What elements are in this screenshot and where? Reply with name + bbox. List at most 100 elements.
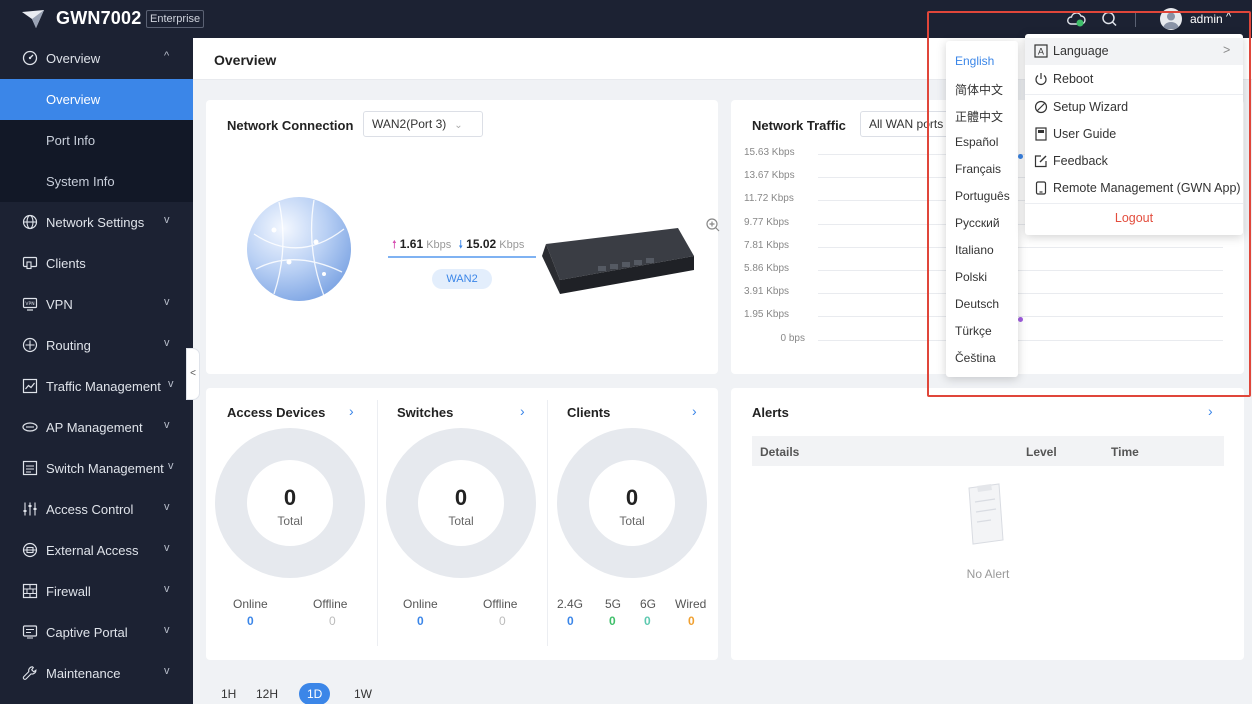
traffic-y-tick-label: 1.95 Kbps bbox=[744, 309, 790, 321]
sidebar-item-label: VPN bbox=[46, 297, 73, 312]
no-alert-text: No Alert bbox=[966, 567, 1010, 581]
brand-name: GWN7002 bbox=[56, 8, 142, 28]
vpn-icon: VPN bbox=[22, 297, 38, 311]
sidebar-item-switch-management[interactable]: Switch Management v bbox=[0, 448, 193, 489]
zoom-in-icon[interactable] bbox=[706, 218, 720, 232]
wan-port-select[interactable]: WAN2(Port 3) ⌄ bbox=[363, 111, 483, 137]
captive-portal-icon bbox=[22, 625, 38, 639]
clients-6g-value: 0 bbox=[644, 614, 651, 628]
power-icon bbox=[1035, 73, 1047, 86]
sidebar-collapse-button[interactable]: < bbox=[186, 348, 200, 400]
clients-6g-label: 6G bbox=[640, 597, 657, 611]
alerts-arrow-icon[interactable]: › bbox=[1208, 403, 1213, 419]
download-arrow-icon: 🠗 bbox=[458, 239, 464, 251]
menu-item-reboot[interactable]: Reboot bbox=[1025, 66, 1243, 93]
alerts-col-details: Details bbox=[760, 445, 800, 459]
access-online-label: Online bbox=[233, 597, 268, 611]
chevron-down-icon: v bbox=[164, 296, 170, 308]
wan-throughput: 🠕 1.61 Kbps 🠗 15.02 Kbps bbox=[392, 236, 524, 255]
menu-item-feedback[interactable]: Feedback bbox=[1025, 148, 1243, 175]
sidebar-item-label: Network Settings bbox=[46, 215, 145, 230]
user-name[interactable]: admin bbox=[1190, 12, 1223, 26]
router-device-icon bbox=[542, 228, 694, 294]
sidebar-item-label: Overview bbox=[46, 51, 101, 66]
upload-value: 1.61 bbox=[399, 237, 424, 251]
language-option-german[interactable]: Deutsch bbox=[955, 297, 999, 311]
language-option-russian[interactable]: Русский bbox=[955, 216, 1000, 230]
switches-offline-label: Offline bbox=[483, 597, 518, 611]
sidebar-sub-system-info[interactable]: System Info bbox=[0, 161, 193, 202]
wan-tag: WAN2 bbox=[432, 269, 492, 289]
logout-button[interactable]: Logout bbox=[1025, 211, 1243, 225]
language-option-italian[interactable]: Italiano bbox=[955, 243, 994, 257]
sidebar-item-label: External Access bbox=[46, 543, 139, 558]
sidebar-item-vpn[interactable]: VPN VPN v bbox=[0, 284, 193, 325]
clients-arrow-icon[interactable]: › bbox=[692, 403, 697, 419]
alerts-col-time: Time bbox=[1111, 445, 1139, 459]
language-option-czech[interactable]: Čeština bbox=[955, 351, 996, 365]
switches-total: 0 bbox=[454, 485, 468, 510]
access-control-icon bbox=[23, 502, 37, 516]
logo-icon bbox=[22, 10, 44, 28]
traffic-port-select[interactable]: All WAN ports bbox=[860, 111, 950, 137]
clients-5g-value: 0 bbox=[609, 614, 616, 628]
download-unit: Kbps bbox=[499, 239, 525, 251]
clients-total: 0 bbox=[625, 485, 639, 510]
time-range-1w[interactable]: 1W bbox=[346, 683, 380, 704]
sidebar-sub-label: Overview bbox=[46, 92, 101, 107]
language-option-zh-hant[interactable]: 正體中文 bbox=[955, 108, 1003, 125]
menu-item-remote-management[interactable]: Remote Management (GWN App) bbox=[1025, 175, 1243, 202]
menu-item-user-guide[interactable]: User Guide bbox=[1025, 121, 1243, 148]
language-option-english[interactable]: English bbox=[955, 54, 994, 68]
sidebar-item-captive-portal[interactable]: Captive Portal v bbox=[0, 612, 193, 653]
sidebar-item-ap-management[interactable]: AP Management v bbox=[0, 407, 193, 448]
search-icon[interactable] bbox=[1100, 10, 1120, 28]
sidebar-item-clients[interactable]: Clients bbox=[0, 243, 193, 284]
chevron-down-icon: v bbox=[164, 419, 170, 431]
user-avatar-icon[interactable] bbox=[1160, 8, 1182, 30]
menu-item-label: Language bbox=[1053, 44, 1109, 58]
chevron-down-icon: v bbox=[164, 214, 170, 226]
language-option-french[interactable]: Français bbox=[955, 162, 1001, 176]
wan-link-line bbox=[388, 256, 536, 258]
language-option-spanish[interactable]: Español bbox=[955, 135, 998, 149]
sidebar-sub-port-info[interactable]: Port Info bbox=[0, 120, 193, 161]
time-range-12h[interactable]: 12H bbox=[248, 683, 286, 704]
sidebar-item-firewall[interactable]: Firewall v bbox=[0, 571, 193, 612]
traffic-marker-upload bbox=[1018, 317, 1023, 322]
sidebar-item-network-settings[interactable]: Network Settings v bbox=[0, 202, 193, 243]
sidebar-item-external-access[interactable]: External Access v bbox=[0, 530, 193, 571]
language-option-portuguese[interactable]: Português bbox=[955, 189, 1010, 203]
traffic-marker-download bbox=[1018, 154, 1023, 159]
sidebar-item-routing[interactable]: Routing v bbox=[0, 325, 193, 366]
sidebar-item-overview[interactable]: Overview ^ bbox=[0, 38, 193, 79]
traffic-gridline bbox=[818, 293, 1223, 295]
cloud-icon[interactable] bbox=[1066, 10, 1086, 28]
routing-icon bbox=[22, 337, 38, 353]
sidebar-item-traffic-management[interactable]: Traffic Management v bbox=[0, 366, 193, 407]
network-traffic-title: Network Traffic bbox=[752, 118, 846, 133]
switches-online-label: Online bbox=[403, 597, 438, 611]
sidebar-item-maintenance[interactable]: Maintenance v bbox=[0, 653, 193, 694]
switches-online-value: 0 bbox=[417, 614, 424, 628]
overview-icon bbox=[22, 50, 38, 66]
time-range-1d[interactable]: 1D bbox=[299, 683, 331, 704]
menu-item-label: User Guide bbox=[1053, 127, 1117, 141]
time-range-1h[interactable]: 1H bbox=[213, 683, 244, 704]
column-divider bbox=[547, 400, 548, 646]
language-option-turkish[interactable]: Türkçe bbox=[955, 324, 992, 338]
sidebar: Overview ^ Overview Port Info System Inf… bbox=[0, 38, 193, 704]
menu-item-setup-wizard[interactable]: Setup Wizard bbox=[1025, 94, 1243, 121]
access-devices-arrow-icon[interactable]: › bbox=[349, 403, 354, 419]
empty-clipboard-icon bbox=[968, 483, 1004, 545]
sidebar-sub-overview[interactable]: Overview bbox=[0, 79, 193, 120]
chevron-up-icon[interactable]: ^ bbox=[1226, 11, 1231, 23]
user-dropdown-menu: A Language > Reboot Setup Wizard User Gu… bbox=[1025, 34, 1243, 235]
switches-arrow-icon[interactable]: › bbox=[520, 403, 525, 419]
language-option-polish[interactable]: Polski bbox=[955, 270, 987, 284]
language-option-zh-hans[interactable]: 简体中文 bbox=[955, 81, 1003, 98]
menu-item-language[interactable]: A Language > bbox=[1025, 38, 1243, 65]
sidebar-item-access-control[interactable]: Access Control v bbox=[0, 489, 193, 530]
book-icon bbox=[1035, 127, 1047, 141]
menu-item-label: Reboot bbox=[1053, 72, 1094, 86]
